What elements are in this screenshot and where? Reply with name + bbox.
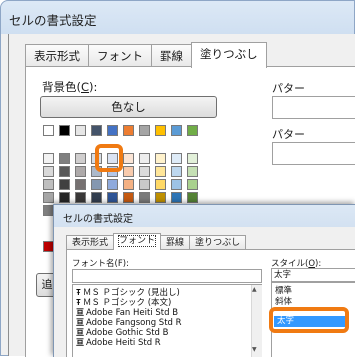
color-swatch[interactable] — [171, 192, 182, 203]
color-swatch[interactable] — [107, 192, 118, 203]
color-swatch[interactable] — [139, 179, 150, 190]
font-style-input[interactable]: 太字 — [271, 268, 355, 282]
opentype-font-icon: 亘 — [76, 318, 84, 327]
tab-bar: 表示形式 フォント 罫線 塗りつぶし — [25, 42, 267, 68]
opentype-font-icon: 亘 — [76, 328, 84, 337]
color-swatch[interactable] — [107, 125, 118, 136]
dialog-title: セルの書式設定 — [63, 214, 133, 225]
pattern-color-label: パター — [272, 82, 305, 95]
color-swatch[interactable] — [59, 192, 70, 203]
color-swatch[interactable] — [187, 166, 198, 177]
color-swatch[interactable] — [171, 153, 182, 164]
dialog-title: セルの書式設定 — [9, 13, 97, 28]
color-swatch[interactable] — [187, 192, 198, 203]
color-swatch[interactable] — [123, 192, 134, 203]
scroll-up-icon[interactable]: ▲ — [252, 286, 257, 293]
selected-color-highlight — [95, 144, 123, 172]
color-swatch[interactable] — [91, 179, 102, 190]
pattern-style-label: パター — [272, 128, 305, 141]
list-item[interactable]: Ŧ ＭＳ Ｐゴシック (本文) — [76, 298, 171, 308]
selected-style-highlight — [269, 307, 349, 333]
tab-border[interactable]: 罫線 — [151, 44, 192, 67]
format-cells-dialog-front: セルの書式設定 表示形式 フォント 罫線 塗りつぶし フォント名(F): Ŧ ＭＳ… — [53, 204, 355, 357]
tab-bar: 表示形式 フォント 罫線 塗りつぶし — [66, 233, 247, 250]
color-swatch[interactable] — [187, 125, 198, 136]
color-swatch[interactable] — [139, 192, 150, 203]
color-swatch[interactable] — [43, 179, 54, 190]
tab-number-format[interactable]: 表示形式 — [25, 44, 89, 67]
color-swatch[interactable] — [187, 153, 198, 164]
color-swatch[interactable] — [59, 179, 70, 190]
background-color-label: 背景色(C): — [42, 80, 98, 94]
tab-font[interactable]: フォント — [113, 233, 162, 250]
color-swatch[interactable] — [59, 153, 70, 164]
color-swatch[interactable] — [139, 125, 150, 136]
list-item[interactable]: 斜体 — [275, 297, 292, 307]
list-item[interactable]: 亘 Adobe Fan Heiti Std B — [76, 308, 178, 318]
list-item[interactable]: 亘 Adobe Gothic Std B — [76, 328, 169, 338]
color-swatch[interactable] — [187, 179, 198, 190]
color-swatch[interactable] — [155, 166, 166, 177]
truetype-font-icon: Ŧ — [76, 298, 81, 307]
list-item[interactable]: Ŧ ＭＳ Ｐゴシック (見出し) — [76, 288, 180, 298]
tab-number-format[interactable]: 表示形式 — [66, 235, 115, 250]
font-name-label: フォント名(F): — [72, 259, 129, 269]
pattern-color-select[interactable] — [272, 96, 355, 119]
color-swatch[interactable] — [43, 125, 54, 136]
color-swatch[interactable] — [123, 166, 134, 177]
color-swatch[interactable] — [43, 192, 54, 203]
color-swatch[interactable] — [171, 179, 182, 190]
color-swatch[interactable] — [139, 166, 150, 177]
color-swatch[interactable] — [171, 125, 182, 136]
color-swatch[interactable] — [59, 125, 70, 136]
color-swatch[interactable] — [123, 153, 134, 164]
tab-fill[interactable]: 塗りつぶし — [189, 235, 247, 250]
truetype-font-icon: Ŧ — [76, 288, 81, 297]
color-swatch[interactable] — [107, 179, 118, 190]
color-swatch[interactable] — [75, 153, 86, 164]
color-swatch[interactable] — [155, 153, 166, 164]
font-list[interactable]: Ŧ ＭＳ Ｐゴシック (見出し) Ŧ ＭＳ Ｐゴシック (本文) 亘 Adobe Fa… — [72, 284, 262, 357]
tab-fill[interactable]: 塗りつぶし — [191, 42, 267, 68]
color-swatch[interactable] — [75, 166, 86, 177]
color-swatch[interactable] — [155, 125, 166, 136]
color-swatch[interactable] — [155, 179, 166, 190]
color-swatch[interactable] — [91, 192, 102, 203]
color-swatch[interactable] — [43, 153, 54, 164]
pattern-style-select[interactable] — [272, 142, 355, 165]
color-swatch[interactable] — [43, 166, 54, 177]
opentype-font-icon: 亘 — [76, 338, 84, 347]
list-item[interactable]: 標準 — [275, 286, 292, 296]
color-swatch[interactable] — [91, 125, 102, 136]
tab-border[interactable]: 罫線 — [160, 235, 191, 250]
color-swatch[interactable] — [75, 179, 86, 190]
no-color-button[interactable]: 色なし — [40, 96, 217, 118]
list-item[interactable]: 亘 Adobe Fangsong Std R — [76, 318, 182, 328]
color-swatch[interactable] — [171, 166, 182, 177]
color-swatch[interactable] — [155, 192, 166, 203]
opentype-font-icon: 亘 — [76, 308, 84, 317]
color-swatch[interactable] — [75, 192, 86, 203]
color-swatch[interactable] — [75, 125, 86, 136]
font-name-input[interactable] — [72, 269, 262, 283]
color-swatch[interactable] — [139, 153, 150, 164]
color-swatch[interactable] — [123, 125, 134, 136]
color-swatch[interactable] — [123, 179, 134, 190]
scroll-down-icon[interactable]: ▼ — [252, 346, 257, 353]
color-swatch[interactable] — [59, 166, 70, 177]
list-item[interactable]: 亘 Adobe Heiti Std R — [76, 338, 161, 348]
tab-font[interactable]: フォント — [88, 44, 152, 67]
